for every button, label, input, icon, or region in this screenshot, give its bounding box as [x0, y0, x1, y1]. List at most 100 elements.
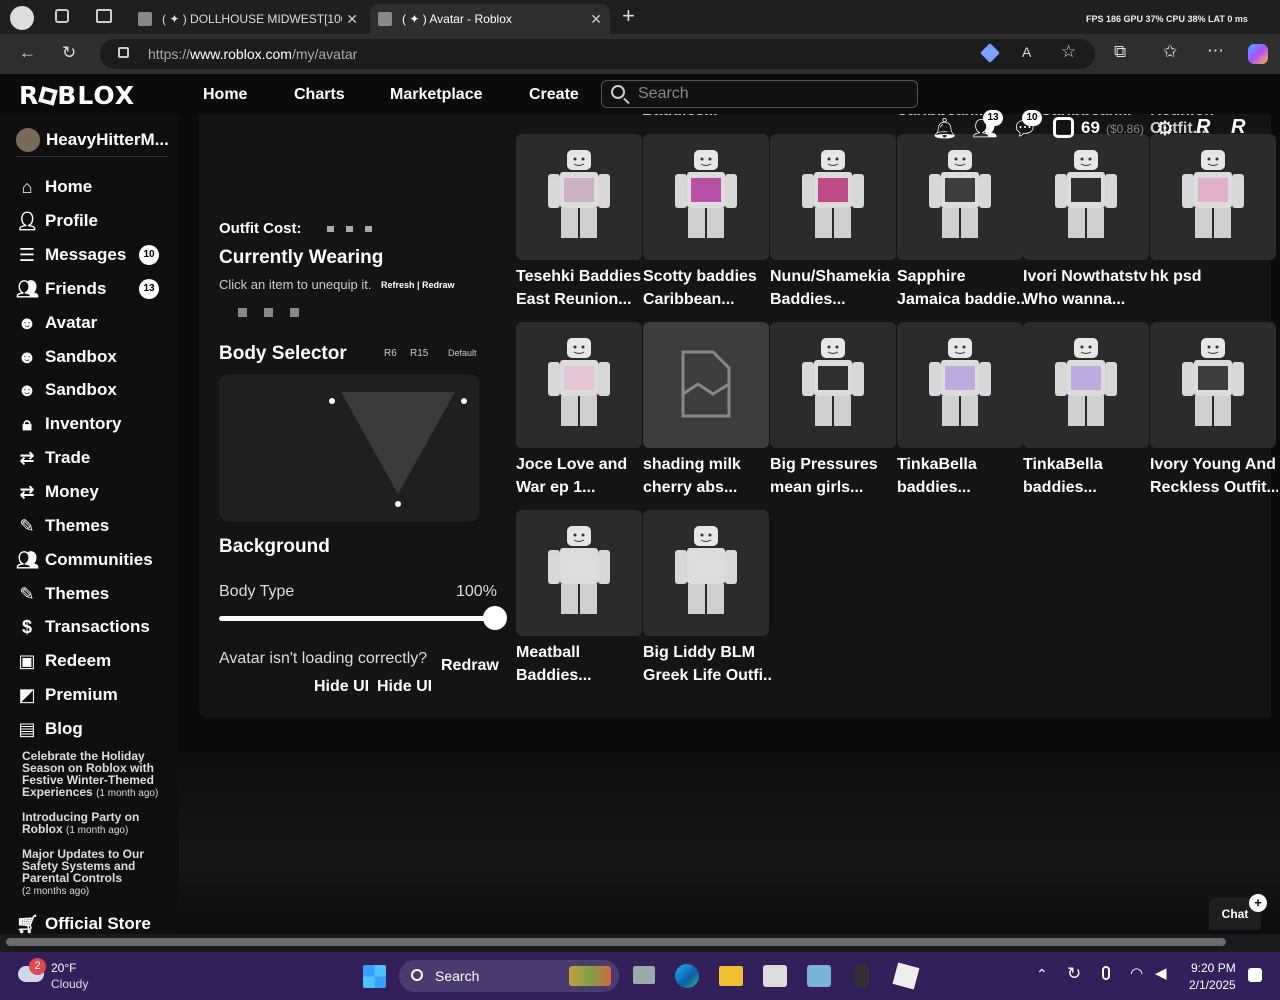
nav-create[interactable]: Create: [529, 86, 579, 104]
outfit-card[interactable]: [516, 322, 642, 448]
outfit-card[interactable]: [1023, 322, 1149, 448]
profile-avatar-icon[interactable]: [10, 6, 34, 30]
sidebar-item-premium[interactable]: ◩ Premium: [16, 682, 117, 708]
blog-post[interactable]: Major Updates to Our Safety Systems and …: [22, 848, 162, 898]
hide-ui-button[interactable]: Hide UI: [377, 678, 432, 696]
notification-icon[interactable]: [1248, 968, 1262, 982]
volume-icon[interactable]: ◀: [1155, 964, 1167, 982]
body-option-r15[interactable]: R15: [410, 348, 428, 359]
nav-marketplace[interactable]: Marketplace: [390, 86, 483, 104]
outfit-card[interactable]: [516, 134, 642, 260]
outfit-name[interactable]: Nunu/Shamekia Baddies...: [770, 265, 898, 311]
sidebar-item-themes[interactable]: ✎ Themes: [16, 581, 109, 607]
outfit-name[interactable]: shading milk cherry abs...: [643, 453, 771, 499]
tab-dollhouse[interactable]: ( ✦ ) DOLLHOUSE MIDWEST[100K ✕: [130, 4, 366, 34]
outfit-card[interactable]: [1150, 322, 1276, 448]
background-heading[interactable]: Background: [219, 536, 330, 558]
sidebar-item-profile[interactable]: 👤︎ Profile: [16, 208, 98, 234]
start-windows-icon[interactable]: [363, 965, 386, 988]
notifications-bell-icon[interactable]: 🔔︎: [932, 116, 957, 141]
outfit-card[interactable]: [1150, 134, 1276, 260]
refresh-icon[interactable]: ↻: [62, 43, 76, 63]
body-option-default[interactable]: Default: [448, 348, 477, 358]
sidebar-item-sandbox[interactable]: ☻ Sandbox: [16, 377, 117, 403]
redraw-button[interactable]: Redraw: [441, 657, 499, 675]
sidebar-item-trade[interactable]: ⇄ Trade: [16, 445, 90, 471]
outfit-card[interactable]: [897, 322, 1023, 448]
app-icon[interactable]: [807, 965, 831, 987]
tab-avatar[interactable]: ( ✦ ) Avatar - Roblox ✕: [370, 4, 610, 34]
outfit-name[interactable]: TinkaBella baddies...: [897, 453, 1025, 499]
outfit-name[interactable]: Ivory Young And Reckless Outfit...: [1150, 453, 1278, 499]
sidebar-item-sandbox[interactable]: ☻ Sandbox: [16, 344, 117, 370]
sidebar-item-avatar[interactable]: ☻ Avatar: [16, 310, 98, 336]
sidebar-item-blog[interactable]: ▤ Blog: [16, 716, 82, 742]
file-explorer-icon[interactable]: [719, 966, 743, 986]
close-tab-icon[interactable]: ✕: [346, 11, 358, 28]
roblox-studio-icon[interactable]: [892, 962, 920, 990]
search-input[interactable]: Search: [601, 80, 918, 108]
sidebar-item-inventory[interactable]: 🔒︎ Inventory: [16, 411, 121, 437]
outfit-name[interactable]: Tesehki Baddies East Reunion...: [516, 265, 644, 311]
outfit-name[interactable]: hk psd: [1150, 265, 1278, 288]
outfit-name[interactable]: Sapphire Jamaica baddie...: [897, 265, 1025, 311]
ropro-icon[interactable]: R: [1231, 116, 1245, 139]
favorites-icon[interactable]: ✩: [1163, 42, 1177, 62]
outfit-name[interactable]: TinkaBella baddies...: [1023, 453, 1151, 499]
edge-browser-icon[interactable]: [675, 964, 699, 988]
horizontal-scrollbar[interactable]: [0, 934, 1280, 952]
tab-actions-icon[interactable]: [96, 9, 112, 23]
mouse-app-icon[interactable]: [855, 964, 869, 988]
sidebar-item-themes[interactable]: ✎ Themes: [16, 513, 109, 539]
outfit-card[interactable]: [770, 134, 896, 260]
outfit-name[interactable]: Ivori Nowthatstv Who wanna...: [1023, 265, 1151, 311]
roblox-logo[interactable]: R BLOX: [19, 81, 135, 110]
chevron-up-icon[interactable]: ⌃: [1036, 966, 1048, 983]
sync-icon[interactable]: ↻: [1067, 964, 1081, 984]
blog-post[interactable]: Introducing Party on Roblox (1 month ago…: [22, 811, 162, 837]
nav-charts[interactable]: Charts: [294, 86, 345, 104]
favorite-star-icon[interactable]: ☆: [1061, 42, 1076, 62]
outfit-card[interactable]: [516, 510, 642, 636]
body-type-slider[interactable]: [219, 606, 507, 630]
robux-icon[interactable]: [1053, 117, 1074, 138]
scrollbar-thumb[interactable]: [6, 938, 1226, 946]
taskbar-search[interactable]: Search: [399, 960, 619, 992]
settings-gear-icon[interactable]: ⚙︎: [1156, 116, 1174, 141]
microphone-icon[interactable]: [1102, 966, 1110, 980]
url-field[interactable]: https://www.roblox.com/my/avatar: [100, 39, 1095, 69]
body-selector-triangle[interactable]: [219, 374, 479, 522]
outfit-card[interactable]: [897, 134, 1023, 260]
task-view-icon[interactable]: [633, 966, 655, 984]
wifi-icon[interactable]: ◠: [1130, 964, 1143, 982]
outfit-card[interactable]: [643, 510, 769, 636]
sidebar-item-communities[interactable]: 👥︎ Communities: [16, 547, 153, 573]
close-tab-icon[interactable]: ✕: [590, 11, 602, 28]
outfit-card[interactable]: [1023, 134, 1149, 260]
ropro-icon[interactable]: R: [1196, 116, 1210, 139]
back-icon[interactable]: ←: [19, 43, 36, 63]
blog-post[interactable]: Celebrate the Holiday Season on Roblox w…: [22, 750, 162, 800]
outfit-card[interactable]: [643, 134, 769, 260]
sidebar-item-transactions[interactable]: $ Transactions: [16, 614, 150, 640]
refresh-redraw-link[interactable]: Refresh | Redraw: [381, 280, 455, 290]
sidebar-item-money[interactable]: ⇄ Money: [16, 479, 98, 505]
sidebar-user[interactable]: HeavyHitterM...: [16, 128, 169, 152]
outfit-name[interactable]: Joce Love and War ep 1...: [516, 453, 644, 499]
copilot-icon[interactable]: [1248, 44, 1268, 64]
clock-time[interactable]: 9:20 PM: [1191, 961, 1236, 975]
outfit-name[interactable]: Big Liddy BLM Greek Life Outfi...: [643, 641, 771, 687]
chat-button[interactable]: Chat +: [1209, 894, 1267, 930]
outfit-card[interactable]: [643, 322, 769, 448]
roblox-player-icon[interactable]: [763, 965, 787, 987]
extensions-icon[interactable]: ⧉: [1114, 42, 1126, 62]
outfit-name[interactable]: Scotty baddies Caribbean...: [643, 265, 771, 311]
slider-thumb[interactable]: [483, 606, 507, 630]
sidebar-item-friends[interactable]: 👥︎ Friends 13: [16, 276, 159, 302]
read-aloud-icon[interactable]: A: [1022, 44, 1031, 60]
nav-home[interactable]: Home: [203, 86, 247, 104]
body-option-r6[interactable]: R6: [384, 348, 397, 359]
sidebar-item-home[interactable]: ⌂ Home: [16, 174, 93, 200]
outfit-card[interactable]: [770, 322, 896, 448]
new-tab-icon[interactable]: +: [622, 3, 635, 29]
